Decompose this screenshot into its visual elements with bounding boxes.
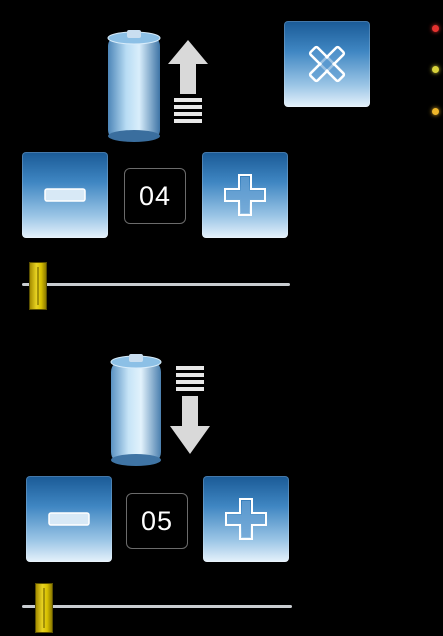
counter-value: 05: [140, 505, 174, 536]
status-led-orange: [432, 108, 439, 115]
arrow-down-icon: [170, 366, 210, 454]
counter-value: 04: [138, 180, 172, 211]
slider-track-bottom[interactable]: [22, 605, 292, 608]
decrement-button-top[interactable]: [22, 152, 108, 238]
minus-icon: [44, 188, 86, 202]
plus-icon: [225, 498, 267, 540]
close-x-icon: [308, 45, 346, 83]
status-led-red: [432, 25, 439, 32]
slider-thumb-top[interactable]: [29, 262, 47, 310]
close-button[interactable]: [284, 21, 370, 107]
plus-icon: [224, 174, 266, 216]
status-led-yellow: [432, 66, 439, 73]
decrement-button-bottom[interactable]: [26, 476, 112, 562]
battery-icon: [110, 354, 162, 466]
increment-button-bottom[interactable]: [203, 476, 289, 562]
arrow-up-icon: [168, 40, 208, 123]
counter-display-top: 04: [124, 168, 186, 224]
increment-button-top[interactable]: [202, 152, 288, 238]
battery-icon: [107, 30, 161, 142]
minus-icon: [48, 512, 90, 526]
slider-track-top[interactable]: [22, 283, 290, 286]
slider-thumb-bottom[interactable]: [35, 583, 53, 633]
counter-display-bottom: 05: [126, 493, 188, 549]
